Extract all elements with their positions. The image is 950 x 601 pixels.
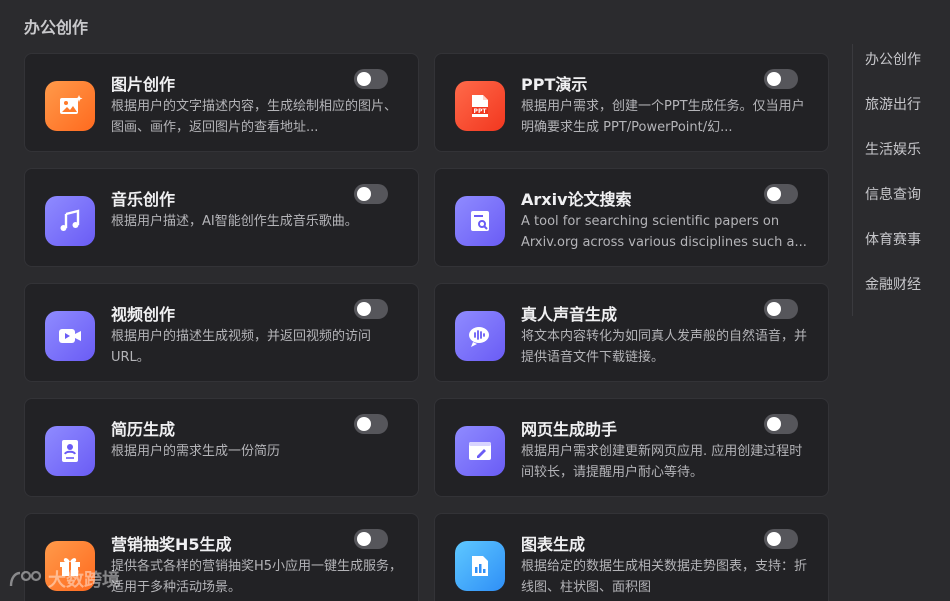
plugin-card-image-creation[interactable]: 图片创作 根据用户的文字描述内容，生成绘制相应的图片、图画、画作，返回图片的查看… <box>24 53 419 152</box>
toggle-knob <box>357 417 371 431</box>
paper-search-icon <box>455 196 505 246</box>
watermark-logo-icon <box>9 570 42 587</box>
card-description: 将文本内容转化为如同真人发声般的自然语音，并提供语音文件下载链接。 <box>521 329 808 365</box>
resume-icon <box>45 426 95 476</box>
toggle-knob <box>357 72 371 86</box>
enable-toggle[interactable] <box>354 184 388 204</box>
svg-text:PPT: PPT <box>474 108 488 115</box>
card-description: 提供各式各样的营销抽奖H5小应用一键生成服务，适用于多种活动场景。 <box>111 559 403 595</box>
card-description: 根据用户描述，AI智能创作生成音乐歌曲。 <box>111 214 358 229</box>
card-title: 图表生成 <box>521 535 586 554</box>
voice-chat-icon <box>455 311 505 361</box>
card-description: 根据用户需求创建更新网页应用. 应用创建过程时间较长，请提醒用户耐心等待。 <box>521 444 803 480</box>
plugin-card-ppt[interactable]: PPT PPT演示 根据用户需求，创建一个PPT生成任务。仅当用户明确要求生成 … <box>434 53 829 152</box>
toggle-knob <box>357 302 371 316</box>
section-title: 办公创作 <box>24 18 89 37</box>
card-title: 营销抽奖H5生成 <box>111 535 232 554</box>
card-title: 简历生成 <box>111 420 176 439</box>
enable-toggle[interactable] <box>354 529 388 549</box>
ppt-file-icon: PPT <box>455 81 505 131</box>
plugin-card-arxiv-search[interactable]: Arxiv论文搜索 A tool for searching scientifi… <box>434 168 829 267</box>
card-description: 根据给定的数据生成相关数据走势图表，支持：折线图、柱状图、面积图 <box>521 559 808 595</box>
nav-item-travel[interactable]: 旅游出行 <box>853 91 942 136</box>
nav-item-sports[interactable]: 体育赛事 <box>853 226 942 271</box>
nav-item-lifestyle[interactable]: 生活娱乐 <box>853 136 942 181</box>
card-description: 根据用户的描述生成视频，并返回视频的访问URL。 <box>111 329 372 365</box>
card-title: 音乐创作 <box>111 190 176 209</box>
enable-toggle[interactable] <box>764 184 798 204</box>
category-nav: 办公创作 旅游出行 生活娱乐 信息查询 体育赛事 金融财经 <box>852 44 942 316</box>
card-description: 根据用户的文字描述内容，生成绘制相应的图片、图画、画作，返回图片的查看地址... <box>111 99 398 135</box>
card-title: 图片创作 <box>111 75 176 94</box>
toggle-knob <box>767 417 781 431</box>
watermark-text: 大数跨境 <box>48 570 120 591</box>
enable-toggle[interactable] <box>354 69 388 89</box>
nav-item-info-query[interactable]: 信息查询 <box>853 181 942 226</box>
toggle-knob <box>767 302 781 316</box>
toggle-knob <box>767 187 781 201</box>
enable-toggle[interactable] <box>764 529 798 549</box>
card-title: PPT演示 <box>521 75 588 94</box>
webpage-edit-icon <box>455 426 505 476</box>
nav-item-finance[interactable]: 金融财经 <box>853 271 942 316</box>
plugin-grid: 图片创作 根据用户的文字描述内容，生成绘制相应的图片、图画、画作，返回图片的查看… <box>24 53 829 601</box>
plugin-card-music-creation[interactable]: 音乐创作 根据用户描述，AI智能创作生成音乐歌曲。 <box>24 168 419 267</box>
card-title: Arxiv论文搜索 <box>521 190 632 209</box>
enable-toggle[interactable] <box>354 414 388 434</box>
nav-item-office[interactable]: 办公创作 <box>853 46 942 91</box>
plugin-card-video-creation[interactable]: 视频创作 根据用户的描述生成视频，并返回视频的访问URL。 <box>24 283 419 382</box>
plugin-card-voice-generation[interactable]: 真人声音生成 将文本内容转化为如同真人发声般的自然语音，并提供语音文件下载链接。 <box>434 283 829 382</box>
plugin-card-chart-generation[interactable]: 图表生成 根据给定的数据生成相关数据走势图表，支持：折线图、柱状图、面积图 <box>434 513 829 601</box>
card-description: 根据用户的需求生成一份简历 <box>111 444 281 459</box>
toggle-knob <box>767 72 781 86</box>
video-camera-icon <box>45 311 95 361</box>
music-note-icon <box>45 196 95 246</box>
card-title: 网页生成助手 <box>521 420 618 439</box>
card-title: 视频创作 <box>111 305 176 324</box>
enable-toggle[interactable] <box>764 299 798 319</box>
image-sparkle-icon <box>45 81 95 131</box>
toggle-knob <box>357 532 371 546</box>
card-description: A tool for searching scientific papers o… <box>521 214 807 250</box>
enable-toggle[interactable] <box>354 299 388 319</box>
plugin-card-resume[interactable]: 简历生成 根据用户的需求生成一份简历 <box>24 398 419 497</box>
watermark: 大数跨境 <box>8 566 120 592</box>
toggle-knob <box>357 187 371 201</box>
card-title: 真人声音生成 <box>521 305 618 324</box>
toggle-knob <box>767 532 781 546</box>
plugin-card-webpage-builder[interactable]: 网页生成助手 根据用户需求创建更新网页应用. 应用创建过程时间较长，请提醒用户耐… <box>434 398 829 497</box>
card-description: 根据用户需求，创建一个PPT生成任务。仅当用户明确要求生成 PPT/PowerP… <box>521 99 805 135</box>
bar-chart-icon <box>455 541 505 591</box>
enable-toggle[interactable] <box>764 414 798 434</box>
enable-toggle[interactable] <box>764 69 798 89</box>
